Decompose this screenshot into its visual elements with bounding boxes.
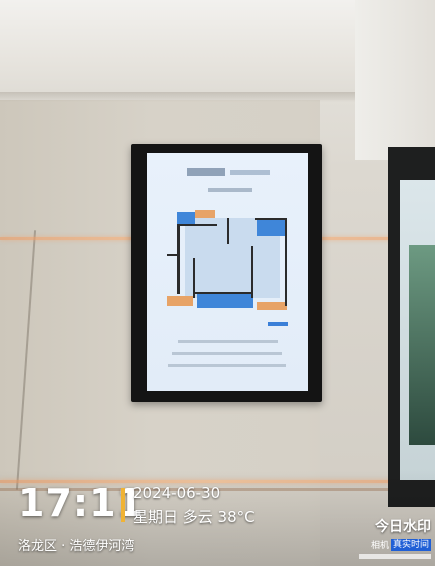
ceiling-beam [355, 0, 435, 160]
watermark-weather: 星期日 多云 38°C [133, 508, 255, 526]
screen-text-line [172, 352, 282, 355]
floor-plan-wall [285, 218, 287, 306]
photo-scene: 17:11 2024-06-30 星期日 多云 38°C 洛龙区 · 浩德伊河湾… [0, 0, 435, 566]
screen-text-line [168, 364, 286, 367]
floor-plan-room-blue [197, 294, 253, 308]
watermark-brand: 今日水印 [375, 519, 431, 535]
floor-plan-room-blue [257, 218, 285, 236]
screen-text-line [178, 340, 278, 343]
screen-accent-bar [268, 322, 288, 326]
floor-plan [165, 206, 295, 318]
screen-title-block-2 [230, 170, 270, 175]
floor-plan-room-orange [195, 210, 215, 218]
floor-plan-wall [227, 218, 229, 244]
watermark-brand-badge: 相机 真实时间 [371, 538, 431, 551]
watermark-time: 17:11 [18, 481, 144, 525]
watermark-location: 洛龙区 · 浩德伊河湾 [18, 539, 135, 554]
watermark-date: 2024-06-30 [133, 484, 221, 502]
floor-plan-room-blue [177, 212, 195, 224]
watermark-brand-badge-left: 相机 [370, 541, 389, 551]
floor-plan-room-orange [167, 296, 193, 306]
watermark-brand-footer [359, 554, 431, 559]
floor-plan-wall [177, 224, 217, 226]
door-glass [409, 245, 435, 445]
floor-plan-wall [251, 246, 253, 298]
watermark-brand-badge-right: 真实时间 [390, 538, 431, 551]
screen-subtitle-block [208, 188, 252, 192]
floor-plan-wall [177, 224, 180, 294]
floor-plan-room-orange [257, 302, 287, 310]
floor-plan-wall [195, 292, 253, 294]
floor-plan-wall [255, 218, 287, 220]
watermark-divider [121, 488, 125, 522]
floor-plan-wall [167, 254, 179, 256]
screen-title-block [187, 168, 225, 176]
